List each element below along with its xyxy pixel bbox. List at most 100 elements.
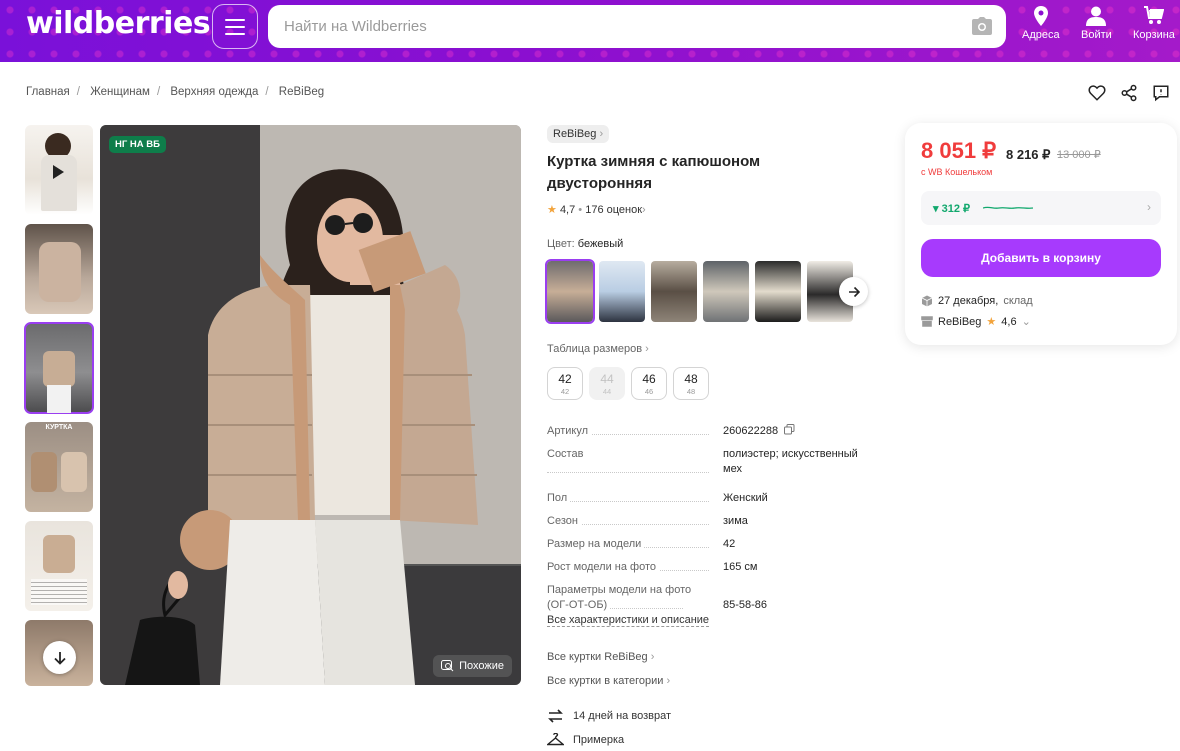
size-option[interactable]: 42 42 bbox=[547, 367, 583, 400]
camera-icon[interactable] bbox=[972, 17, 992, 35]
addresses-button[interactable]: Адреса bbox=[1022, 6, 1060, 41]
product-specs: Артикул 260622288 Состав полиэстер; иску… bbox=[547, 424, 877, 621]
size-option[interactable]: 46 46 bbox=[631, 367, 667, 400]
play-icon bbox=[53, 165, 64, 179]
size-table-link[interactable]: Таблица размеров › bbox=[547, 343, 649, 355]
cart-button[interactable]: Корзина bbox=[1133, 6, 1175, 41]
product-actions bbox=[1088, 84, 1170, 102]
spec-value: 85-58-86 bbox=[723, 599, 768, 611]
color-swatch-selected[interactable] bbox=[545, 259, 595, 324]
logo[interactable]: wildberries bbox=[26, 6, 211, 41]
arrow-down-icon bbox=[53, 651, 66, 665]
login-button[interactable]: Войти bbox=[1081, 6, 1112, 41]
price-history-button[interactable]: ▾ 312 ₽ › bbox=[921, 191, 1161, 225]
breadcrumb-item[interactable]: Женщинам bbox=[90, 86, 150, 98]
color-swatch[interactable] bbox=[703, 261, 749, 322]
color-swatch[interactable] bbox=[599, 261, 645, 322]
seller-rating: 4,6 bbox=[1001, 315, 1017, 328]
menu-button[interactable] bbox=[212, 4, 258, 49]
search-input[interactable] bbox=[284, 5, 964, 48]
spec-key: Параметры модели на фото (ОГ-ОТ-ОБ) bbox=[547, 584, 692, 611]
chevron-right-icon: › bbox=[599, 128, 604, 140]
buy-card: 8 051 ₽ 8 216 ₽ 13 000 ₽ с WB Кошельком … bbox=[905, 123, 1177, 345]
seller-info[interactable]: ReBiBeg ★ 4,6 ⌄ bbox=[921, 315, 1031, 328]
spec-key: Сезон bbox=[547, 515, 581, 527]
thumbnail-strip: КУРТКА bbox=[24, 125, 94, 695]
all-specs-link[interactable]: Все характеристики и описание bbox=[547, 614, 710, 627]
brand-name: ReBiBeg bbox=[553, 128, 597, 140]
spec-key: Артикул bbox=[547, 425, 592, 437]
login-label: Войти bbox=[1081, 29, 1112, 41]
chevron-right-icon: › bbox=[642, 204, 646, 216]
thumbnails-scroll-down-button[interactable] bbox=[43, 641, 76, 674]
share-icon[interactable] bbox=[1120, 84, 1138, 102]
promo-badge: НГ НА ВБ bbox=[109, 136, 166, 153]
box-icon bbox=[921, 295, 933, 307]
brand-category-link[interactable]: Все куртки ReBiBeg › bbox=[547, 651, 654, 663]
price-drop-value: ▾ 312 ₽ bbox=[933, 203, 970, 215]
thumbnail-image[interactable] bbox=[25, 521, 93, 611]
shop-icon bbox=[921, 316, 933, 327]
location-pin-icon bbox=[1033, 6, 1048, 26]
color-swatch[interactable] bbox=[755, 261, 801, 322]
fitting-label: Примерка bbox=[573, 734, 625, 746]
spec-row: Пол Женский bbox=[547, 491, 877, 506]
arrow-right-icon bbox=[848, 286, 860, 297]
color-swatch[interactable] bbox=[651, 261, 697, 322]
spec-key: Состав bbox=[547, 448, 587, 460]
chevron-right-icon: › bbox=[645, 343, 649, 355]
heart-icon[interactable] bbox=[1088, 84, 1106, 102]
thumbnail-image-selected[interactable] bbox=[24, 322, 94, 414]
chevron-right-icon: › bbox=[1147, 200, 1151, 214]
breadcrumb-item[interactable]: ReBiBeg bbox=[279, 86, 324, 98]
return-icon bbox=[548, 709, 563, 723]
hanger-icon bbox=[547, 733, 564, 746]
thumbnail-image[interactable]: КУРТКА bbox=[25, 422, 93, 512]
chevron-right-icon: › bbox=[666, 675, 671, 687]
spec-row: Параметры модели на фото (ОГ-ОТ-ОБ) 85-5… bbox=[547, 583, 877, 613]
report-icon[interactable] bbox=[1152, 84, 1170, 102]
colors-next-button[interactable] bbox=[839, 277, 868, 306]
add-to-cart-button[interactable]: Добавить в корзину bbox=[921, 239, 1161, 277]
fitting-info: Примерка bbox=[547, 733, 624, 747]
similar-button[interactable]: Похожие bbox=[433, 655, 512, 677]
color-value: бежевый bbox=[577, 238, 624, 250]
category-link[interactable]: Все куртки в категории › bbox=[547, 675, 670, 687]
brand-link[interactable]: ReBiBeg › bbox=[547, 125, 610, 143]
spec-value: зима bbox=[723, 515, 748, 527]
product-rating[interactable]: ★ 4,7 • 176 оценок› bbox=[547, 203, 646, 216]
thumbnail-video[interactable] bbox=[25, 125, 93, 215]
thumbnail-image[interactable] bbox=[25, 224, 93, 314]
addresses-label: Адреса bbox=[1022, 29, 1060, 41]
spec-value: 260622288 bbox=[723, 425, 779, 437]
price-regular: 8 216 ₽ bbox=[1006, 147, 1051, 162]
spec-value: полиэстер; искусственный мех bbox=[723, 448, 858, 475]
chevron-right-icon: › bbox=[650, 651, 655, 663]
cart-icon bbox=[1143, 6, 1164, 24]
spec-row: Рост модели на фото 165 см bbox=[547, 560, 877, 575]
thumbnail-caption: КУРТКА bbox=[45, 424, 73, 431]
spec-value: 42 bbox=[723, 538, 736, 550]
price-history-sparkline bbox=[983, 206, 1033, 209]
spec-key: Пол bbox=[547, 492, 571, 504]
star-icon: ★ bbox=[986, 316, 997, 328]
menu-icon bbox=[225, 18, 245, 21]
delivery-date: 27 декабря, bbox=[938, 295, 999, 307]
breadcrumb-item[interactable]: Верхняя одежда bbox=[170, 86, 258, 98]
similar-icon bbox=[441, 660, 454, 672]
chevron-down-icon: ⌄ bbox=[1021, 316, 1031, 328]
copy-icon[interactable] bbox=[784, 424, 795, 435]
price-old: 13 000 ₽ bbox=[1057, 149, 1101, 161]
wallet-note[interactable]: с WB Кошельком bbox=[921, 167, 992, 177]
breadcrumb-item[interactable]: Главная bbox=[26, 86, 70, 98]
return-label: 14 дней на возврат bbox=[573, 710, 671, 722]
search-bar bbox=[268, 5, 1006, 48]
star-icon: ★ bbox=[547, 204, 557, 216]
spec-row: Состав полиэстер; искусственный мех bbox=[547, 447, 877, 477]
product-main-image[interactable]: НГ НА ВБ Похожие bbox=[100, 125, 521, 685]
size-option[interactable]: 48 48 bbox=[673, 367, 709, 400]
product-photo bbox=[100, 125, 521, 685]
spec-key: Размер на модели bbox=[547, 538, 645, 550]
site-header: wildberries Адреса Войти Корзина bbox=[0, 0, 1180, 62]
spec-key: Рост модели на фото bbox=[547, 561, 660, 573]
